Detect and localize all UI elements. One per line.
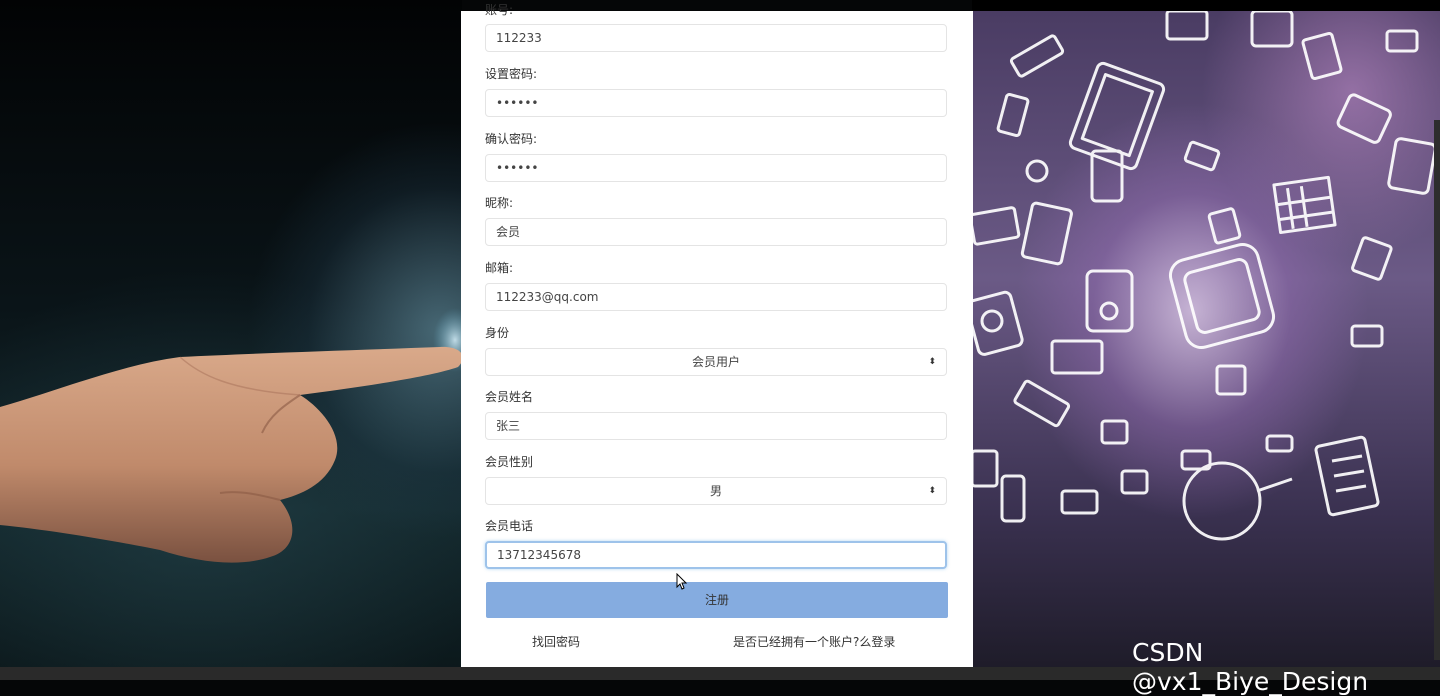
gender-label: 会员性别	[485, 455, 534, 469]
phone-field[interactable]: 13712345678	[485, 541, 947, 569]
role-select[interactable]: 会员用户 ⬍	[485, 348, 947, 376]
gender-selected-value: 男	[709, 484, 722, 498]
mouse-cursor-icon	[676, 573, 688, 590]
device-icons-illustration	[972, 11, 1437, 541]
select-arrows-icon: ⬍	[928, 486, 936, 496]
page-scrollbar[interactable]	[1434, 120, 1440, 660]
member-name-field[interactable]: 张三	[485, 412, 947, 440]
top-strip	[972, 0, 1440, 11]
username-field[interactable]: 112233	[485, 24, 947, 52]
role-selected-value: 会员用户	[691, 355, 740, 369]
confirm-password-label: 确认密码:	[485, 132, 538, 146]
member-name-label: 会员姓名	[485, 390, 534, 404]
password-label: 设置密码:	[485, 67, 538, 81]
nickname-label: 昵称:	[485, 196, 514, 210]
password-field[interactable]: ••••••	[485, 89, 947, 117]
phone-label: 会员电话	[485, 519, 534, 533]
email-label: 邮箱:	[485, 261, 514, 275]
login-link[interactable]: 是否已经拥有一个账户?么登录	[733, 633, 895, 650]
watermark-text: CSDN @vx1_Biye_Design	[1132, 638, 1369, 696]
forgot-password-link[interactable]: 找回密码	[532, 633, 580, 650]
confirm-password-field[interactable]: ••••••	[485, 154, 947, 182]
username-label: 账号:	[485, 3, 514, 17]
hand-pointing-illustration	[0, 308, 470, 563]
register-form-panel: 账号: 112233 设置密码: •••••• 确认密码: •••••• 昵称:…	[461, 3, 973, 667]
role-label: 身份	[485, 326, 510, 340]
email-field[interactable]: 112233@qq.com	[485, 283, 947, 311]
gender-select[interactable]: 男 ⬍	[485, 477, 947, 505]
nickname-field[interactable]: 会员	[485, 218, 947, 246]
register-button[interactable]: 注册	[486, 582, 948, 618]
select-arrows-icon: ⬍	[928, 357, 936, 367]
